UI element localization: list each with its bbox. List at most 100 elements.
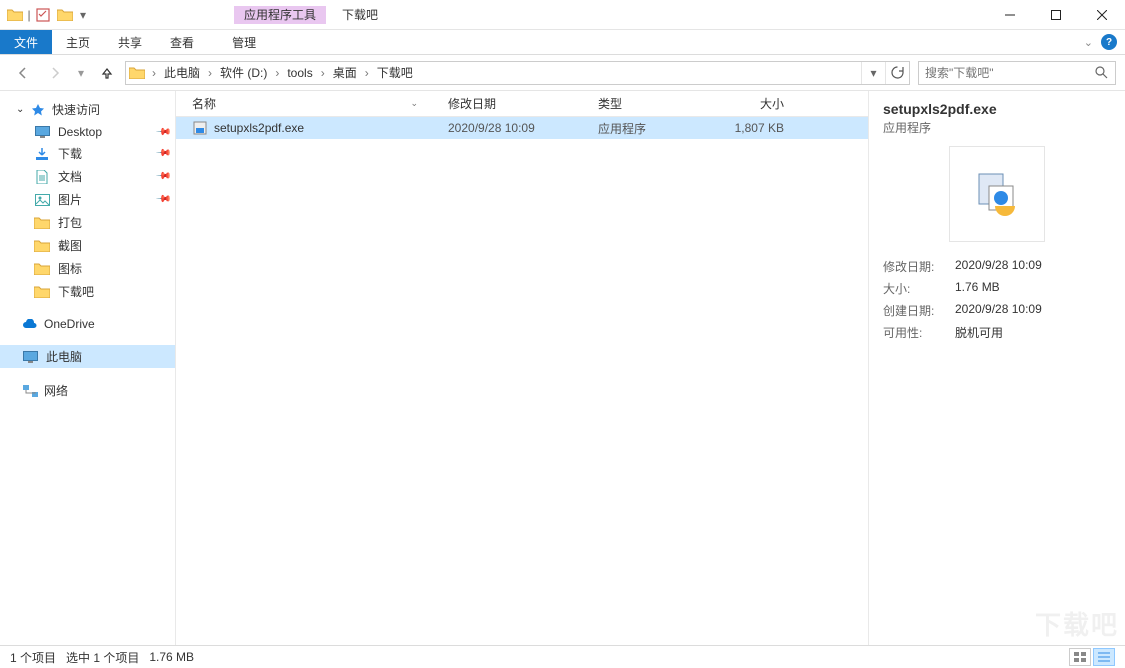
tab-manage[interactable]: 管理 [218,30,270,54]
column-size[interactable]: 大小 [692,95,792,112]
file-name: setupxls2pdf.exe [214,121,304,135]
details-thumbnail [949,146,1045,242]
sidebar-quick-access-label: 快速访问 [52,101,100,118]
documents-icon [34,170,50,184]
help-icon[interactable]: ? [1101,34,1117,50]
tab-share[interactable]: 共享 [104,30,156,54]
details-properties: 修改日期: 2020/9/28 10:09 大小: 1.76 MB 创建日期: … [883,258,1111,341]
back-button[interactable] [9,61,37,85]
prop-size-value: 1.76 MB [955,280,1111,297]
breadcrumb-chevron-icon[interactable]: › [317,66,329,80]
address-history-dropdown[interactable]: ▾ [861,62,885,84]
pin-icon: 📌 [154,191,171,208]
file-list[interactable]: setupxls2pdf.exe 2020/9/28 10:09 应用程序 1,… [176,117,868,645]
tab-file[interactable]: 文件 [0,30,52,54]
qat-new-folder-icon[interactable] [54,4,76,26]
status-selected-size: 1.76 MB [149,650,194,664]
up-button[interactable] [93,61,121,85]
search-box[interactable] [918,61,1116,85]
folder-icon [34,216,50,230]
pc-icon [22,350,38,364]
sidebar-item-folder[interactable]: 下载吧 [0,280,175,303]
exe-icon [192,121,208,135]
minimize-button[interactable] [987,0,1033,30]
ribbon-expand-icon[interactable]: ⌄ [1084,36,1093,49]
file-type: 应用程序 [590,120,692,137]
view-large-icons-button[interactable] [1069,648,1091,666]
recent-locations-icon[interactable]: ▾ [73,61,89,85]
search-input[interactable] [919,66,1087,80]
chevron-down-icon[interactable]: ⌄ [16,104,24,115]
folder-icon [34,285,50,299]
file-size: 1,807 KB [692,121,792,135]
tab-view[interactable]: 查看 [156,30,208,54]
sidebar-onedrive-label: OneDrive [44,317,95,331]
sidebar-network[interactable]: 网络 [0,378,175,403]
navigation-pane: ⌄ 快速访问 Desktop 📌 下载 📌 文档 📌 图片 📌 打包 [0,91,176,645]
status-bar: 1 个项目 选中 1 个项目 1.76 MB [0,645,1125,668]
breadcrumb-this-pc[interactable]: 此电脑 [160,64,204,81]
prop-created-value: 2020/9/28 10:09 [955,302,1111,319]
cloud-icon [22,317,38,331]
sidebar-this-pc-label: 此电脑 [46,348,82,365]
refresh-button[interactable] [885,62,909,84]
forward-button[interactable] [41,61,69,85]
pictures-icon [34,193,50,207]
quick-access-toolbar: | ▾ [0,4,94,26]
qat-properties-icon[interactable] [32,4,54,26]
sidebar-item-documents[interactable]: 文档 📌 [0,165,175,188]
column-headers: 名称 ⌄ 修改日期 类型 大小 [176,91,868,117]
breadcrumb-chevron-icon[interactable]: › [204,66,216,80]
sidebar-item-label: Desktop [58,125,102,139]
sidebar-item-folder[interactable]: 截图 [0,234,175,257]
maximize-button[interactable] [1033,0,1079,30]
prop-modified-value: 2020/9/28 10:09 [955,258,1111,275]
pin-icon: 📌 [154,124,171,141]
column-type[interactable]: 类型 [590,95,692,112]
view-details-button[interactable] [1093,648,1115,666]
sidebar-item-folder[interactable]: 图标 [0,257,175,280]
ribbon: 文件 主页 共享 查看 管理 ⌄ ? [0,30,1125,55]
status-items: 1 个项目 [10,649,56,666]
network-icon [22,384,38,398]
sidebar-onedrive[interactable]: OneDrive [0,313,175,335]
details-title: setupxls2pdf.exe [883,101,1111,117]
column-date[interactable]: 修改日期 [440,95,590,112]
breadcrumb-chevron-icon[interactable]: › [271,66,283,80]
pin-icon: 📌 [154,168,171,185]
sidebar-quick-access[interactable]: ⌄ 快速访问 [0,97,175,122]
sidebar-item-pictures[interactable]: 图片 📌 [0,188,175,211]
sidebar-item-downloads[interactable]: 下载 📌 [0,142,175,165]
breadcrumb-chevron-icon[interactable]: › [361,66,373,80]
sidebar-item-label: 下载 [58,145,82,162]
breadcrumb-drive[interactable]: 软件 (D:) [216,64,271,81]
pin-icon: 📌 [154,145,171,162]
sidebar-item-folder[interactable]: 打包 [0,211,175,234]
close-button[interactable] [1079,0,1125,30]
prop-avail-value: 脱机可用 [955,324,1111,341]
sidebar-item-label: 截图 [58,237,82,254]
column-name[interactable]: 名称 ⌄ [184,95,440,112]
search-icon[interactable] [1087,66,1115,79]
breadcrumb-tools[interactable]: tools [283,66,316,80]
tab-home[interactable]: 主页 [52,30,104,54]
sidebar-network-label: 网络 [44,382,68,399]
file-row[interactable]: setupxls2pdf.exe 2020/9/28 10:09 应用程序 1,… [176,117,868,139]
prop-modified-label: 修改日期: [883,258,947,275]
breadcrumb-desktop[interactable]: 桌面 [329,64,361,81]
window-controls [987,0,1125,30]
breadcrumb-chevron-icon[interactable]: › [148,66,160,80]
address-bar[interactable]: › 此电脑 › 软件 (D:) › tools › 桌面 › 下载吧 ▾ [125,61,910,85]
status-selected: 选中 1 个项目 [66,649,139,666]
breadcrumb-current[interactable]: 下载吧 [373,64,417,81]
prop-avail-label: 可用性: [883,324,947,341]
sidebar-item-desktop[interactable]: Desktop 📌 [0,122,175,142]
sidebar-this-pc[interactable]: 此电脑 [0,345,175,368]
folder-icon [4,4,26,26]
file-date: 2020/9/28 10:09 [440,121,590,135]
prop-size-label: 大小: [883,280,947,297]
star-icon [30,103,46,117]
sort-indicator-icon: ⌄ [410,98,432,109]
qat-dropdown-icon[interactable]: ▾ [76,4,90,26]
content: ⌄ 快速访问 Desktop 📌 下载 📌 文档 📌 图片 📌 打包 [0,91,1125,645]
